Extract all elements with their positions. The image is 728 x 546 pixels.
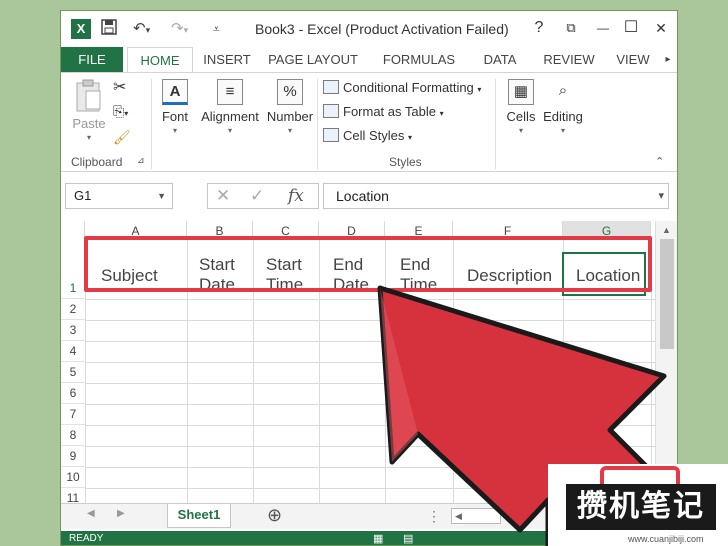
tab-data[interactable]: DATA [479, 47, 521, 73]
header-row-highlight [84, 236, 652, 292]
insert-function-icon[interactable]: fx [288, 184, 304, 208]
undo-icon[interactable]: ↶▾ [133, 19, 150, 40]
ribbon-display-icon[interactable]: ⧉ [561, 18, 581, 38]
close-icon[interactable]: ✕ [651, 18, 671, 38]
format-as-table-button[interactable]: Format as Table ▾ [323, 101, 444, 123]
horizontal-scrollbar[interactable]: ◀ [451, 508, 501, 524]
row-header-1[interactable]: 1 [61, 239, 85, 299]
expand-formula-icon[interactable]: ▾ [658, 184, 664, 208]
name-box-dropdown-icon[interactable]: ▼ [157, 184, 166, 208]
cells-button[interactable]: ▦ Cells ▾ [501, 79, 541, 135]
sheet-next-icon[interactable]: ▶ [117, 508, 125, 519]
cancel-icon[interactable]: ✕ [216, 184, 230, 208]
clipboard-launcher-icon[interactable]: ⊿ [137, 155, 145, 166]
number-button[interactable]: % Number ▾ [265, 79, 315, 135]
formula-controls: ✕ ✓ fx [207, 183, 319, 209]
formula-input[interactable]: Location ▾ [323, 183, 669, 209]
enter-icon[interactable]: ✓ [250, 184, 264, 208]
watermark-logo-arc [600, 466, 680, 484]
maximize-icon[interactable]: ☐ [621, 18, 641, 38]
collapse-ribbon-icon[interactable]: ⌃ [655, 155, 664, 168]
conditional-formatting-button[interactable]: Conditional Formatting ▾ [323, 77, 481, 99]
row-header-5[interactable]: 5 [61, 362, 85, 383]
select-all-corner[interactable] [61, 221, 85, 239]
sheet-prev-icon[interactable]: ◀ [87, 508, 95, 519]
ribbon-separator [151, 79, 152, 169]
help-icon[interactable]: ? [529, 18, 549, 38]
watermark: 攒机笔记 www.cuanjibiji.com [548, 464, 728, 546]
scroll-thumb[interactable] [659, 239, 674, 349]
cut-icon[interactable]: ✂ [113, 77, 126, 97]
watermark-url: www.cuanjibiji.com [628, 534, 704, 544]
sheet-tabs-more-icon: ⋮ [427, 508, 441, 524]
tab-formulas[interactable]: FORMULAS [381, 47, 457, 73]
ribbon: Paste ▾ ✂ ⎘▾ 🖌 Clipboard ⊿ A Font ▾ ≡ Al… [61, 72, 677, 172]
sheet-tab-sheet1[interactable]: Sheet1 [167, 504, 231, 528]
clipboard-group-label: Clipboard [71, 155, 123, 169]
binoculars-icon: ⌕ [558, 82, 568, 99]
redo-icon[interactable]: ↷▾ [171, 19, 188, 40]
paste-button[interactable]: Paste ▾ [69, 79, 109, 142]
ribbon-tabs: FILE HOME INSERT PAGE LAYOUT FORMULAS DA… [61, 47, 677, 73]
cell-styles-icon [323, 128, 339, 142]
alignment-icon: ≡ [217, 79, 243, 105]
tab-insert[interactable]: INSERT [201, 47, 253, 73]
cells-icon: ▦ [508, 79, 534, 105]
format-as-table-icon [323, 104, 339, 118]
paste-icon [76, 79, 101, 112]
tab-review[interactable]: REVIEW [541, 47, 597, 73]
row-header-6[interactable]: 6 [61, 383, 85, 404]
conditional-formatting-icon [323, 80, 339, 94]
cell-styles-button[interactable]: Cell Styles ▾ [323, 125, 412, 147]
save-icon[interactable] [101, 19, 117, 41]
status-text: READY [69, 533, 104, 544]
scroll-up-icon[interactable]: ▲ [656, 225, 677, 235]
tab-file[interactable]: FILE [61, 47, 123, 73]
window-title: Book3 - Excel (Product Activation Failed… [255, 21, 509, 37]
vertical-scrollbar[interactable]: ▲ [655, 221, 677, 505]
editing-button[interactable]: ⌕ Editing ▾ [541, 79, 585, 135]
tab-home[interactable]: HOME [127, 47, 193, 73]
font-button[interactable]: A Font ▾ [157, 79, 193, 135]
cells-label: Cells [506, 109, 536, 124]
tab-scroll-right-icon[interactable]: ▸ [661, 47, 675, 73]
paste-dropdown-icon: ▾ [86, 133, 91, 142]
watermark-logo: 攒机笔记 [566, 484, 716, 530]
alignment-button[interactable]: ≡ Alignment ▾ [199, 79, 261, 135]
row-header-3[interactable]: 3 [61, 320, 85, 341]
copy-icon[interactable]: ⎘▾ [113, 103, 128, 120]
styles-group-label: Styles [389, 155, 422, 169]
row-header-8[interactable]: 8 [61, 425, 85, 446]
tab-view[interactable]: VIEW [613, 47, 653, 73]
add-sheet-icon[interactable]: ⊕ [267, 505, 282, 526]
paste-label: Paste [72, 116, 106, 131]
normal-view-icon[interactable]: ▦ [373, 531, 383, 545]
row-header-4[interactable]: 4 [61, 341, 85, 362]
font-label: Font [161, 109, 188, 124]
format-painter-icon[interactable]: 🖌 [113, 129, 131, 146]
editing-label: Editing [543, 109, 583, 124]
name-box[interactable]: G1 ▼ [65, 183, 173, 209]
page-layout-view-icon[interactable]: ▤ [403, 531, 413, 545]
tab-page-layout[interactable]: PAGE LAYOUT [267, 47, 359, 73]
number-label: Number [266, 109, 314, 124]
excel-logo-icon: X [71, 19, 91, 39]
title-bar: X ↶▾ ↷▾ ⩡ Book3 - Excel (Product Activat… [61, 11, 677, 47]
row-header-2[interactable]: 2 [61, 299, 85, 320]
minimize-icon[interactable]: — [593, 18, 613, 38]
percent-icon: % [277, 79, 303, 105]
customize-icon[interactable]: ⩡ [213, 19, 220, 39]
font-icon: A [162, 79, 188, 105]
alignment-label: Alignment [201, 109, 259, 124]
formula-bar: G1 ▼ ✕ ✓ fx Location ▾ [61, 183, 677, 211]
row-header-9[interactable]: 9 [61, 446, 85, 467]
row-header-10[interactable]: 10 [61, 467, 85, 488]
row-header-7[interactable]: 7 [61, 404, 85, 425]
